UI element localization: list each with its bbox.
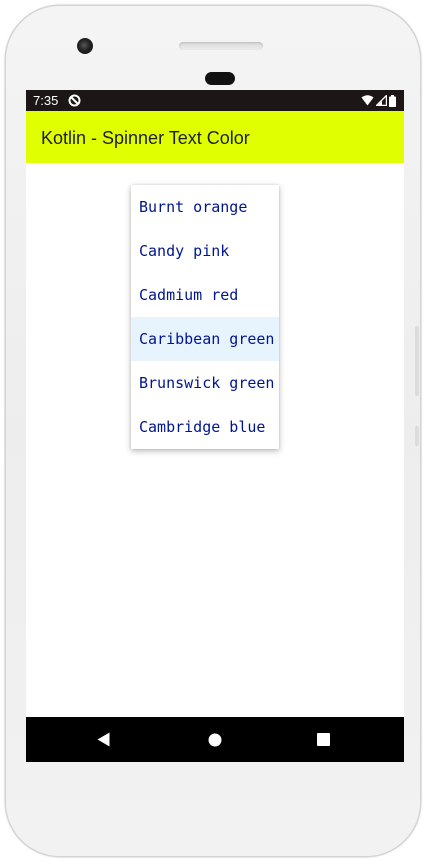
front-camera-icon xyxy=(77,38,93,54)
home-icon xyxy=(208,733,222,746)
volume-button xyxy=(415,426,419,446)
spinner-dropdown: Burnt orange Candy pink Cadmium red Cari… xyxy=(131,185,279,449)
device-screen: 7:35 Kotlin - Spinner Text Color Burnt o… xyxy=(26,90,404,762)
status-icons xyxy=(361,94,396,107)
home-button[interactable] xyxy=(190,717,240,762)
back-icon xyxy=(97,732,110,747)
wifi-icon xyxy=(361,95,374,106)
app-title: Kotlin - Spinner Text Color xyxy=(41,128,250,148)
sensor-slit xyxy=(179,42,263,50)
recents-icon xyxy=(316,733,330,746)
recents-button[interactable] xyxy=(298,717,348,762)
circle-slash-icon xyxy=(68,94,81,107)
status-time: 7:35 xyxy=(33,93,59,108)
main-content: Burnt orange Candy pink Cadmium red Cari… xyxy=(26,163,404,717)
dropdown-item-cambridge-blue[interactable]: Cambridge blue xyxy=(131,405,279,449)
dropdown-item-brunswick-green[interactable]: Brunswick green xyxy=(131,361,279,405)
power-button xyxy=(415,326,419,396)
dropdown-item-burnt-orange[interactable]: Burnt orange xyxy=(131,185,279,229)
earpiece-speaker xyxy=(205,72,235,85)
status-bar: 7:35 xyxy=(26,90,404,111)
app-bar: Kotlin - Spinner Text Color xyxy=(26,111,404,163)
cellular-signal-icon xyxy=(376,95,387,106)
back-button[interactable] xyxy=(79,717,129,762)
dropdown-item-cadmium-red[interactable]: Cadmium red xyxy=(131,273,279,317)
dropdown-item-candy-pink[interactable]: Candy pink xyxy=(131,229,279,273)
battery-icon xyxy=(389,94,396,107)
dropdown-item-caribbean-green[interactable]: Caribbean green xyxy=(131,317,279,361)
navigation-bar xyxy=(26,717,404,762)
